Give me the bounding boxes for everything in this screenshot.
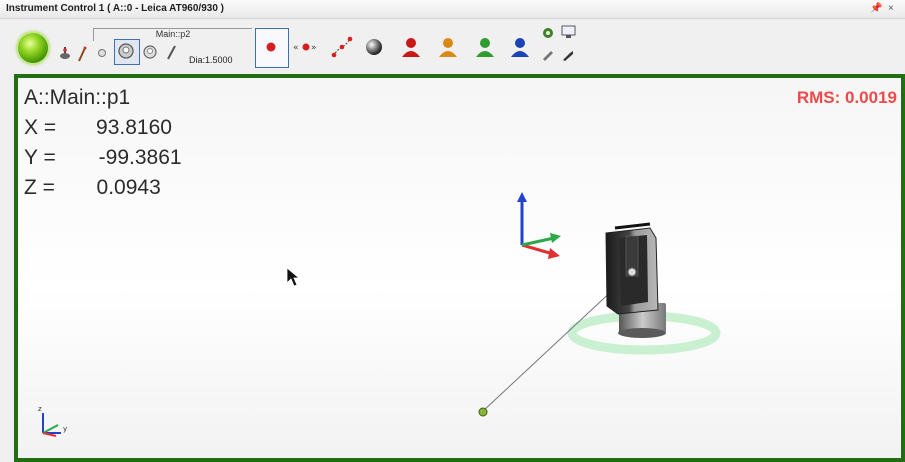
sphere-target-icon[interactable] [117,42,135,60]
instrument-toolbar: Main::p2 Dia:1.5000 « » [0,19,905,73]
screen-icon[interactable] [561,25,577,39]
shoot-point-icon[interactable]: « » [293,41,319,53]
view-orientation-icon [42,413,61,437]
ball-icon[interactable] [365,38,383,56]
x-readout: X = 93.8160 [24,116,172,140]
user-blue-icon[interactable] [509,36,531,58]
z-value: 0.0943 [96,176,161,199]
user-green-icon[interactable] [474,36,496,58]
wrench-icon[interactable] [541,49,555,61]
pin-button[interactable]: 📌 [870,3,882,14]
user-red-icon[interactable] [400,36,422,58]
x-label: X = [24,116,57,139]
point-name: A::Main::p1 [24,86,131,109]
z-readout: Z = 0.0943 [24,176,161,200]
path-measure-icon[interactable] [330,35,354,59]
small-sphere-icon[interactable] [97,47,107,59]
tool-icon[interactable] [561,49,575,61]
probe-stick-icon[interactable] [77,46,87,62]
user-orange-icon[interactable] [437,36,459,58]
mini-axis-z-label: z [38,405,42,413]
diameter-label: Dia:1.5000 [189,55,233,65]
origin-axes-icon [517,192,561,259]
mini-axis-y-label: y [63,425,67,433]
mouse-cursor-icon [286,267,301,287]
close-button[interactable]: × [888,3,894,14]
viewport-3d[interactable]: z y A::Main::p1 X = 93.8160 Y = -99.3861… [14,74,905,462]
x-value: 93.8160 [96,116,172,139]
z-label: Z = [24,176,55,199]
y-label: Y = [24,146,56,169]
rms-readout: RMS: 0.0019 [796,88,897,107]
pen-probe-icon[interactable] [166,44,178,60]
target-group-label: Main::p2 [93,28,252,41]
status-led-icon[interactable] [18,33,48,63]
measured-point-marker[interactable] [478,407,488,417]
title-bar: Instrument Control 1 ( A::0 - Leica AT96… [0,0,905,19]
sphere-target-alt-icon[interactable] [141,43,159,61]
probe-stand-icon[interactable] [59,47,71,61]
measure-point-icon[interactable] [264,40,278,54]
settings-gear-icon[interactable] [541,26,555,40]
svg-text:«: « [293,43,299,53]
svg-text:»: » [311,43,317,53]
y-value: -99.3861 [98,146,182,169]
window-title: Instrument Control 1 ( A::0 - Leica AT96… [6,3,225,14]
y-readout: Y = -99.3861 [24,146,182,170]
